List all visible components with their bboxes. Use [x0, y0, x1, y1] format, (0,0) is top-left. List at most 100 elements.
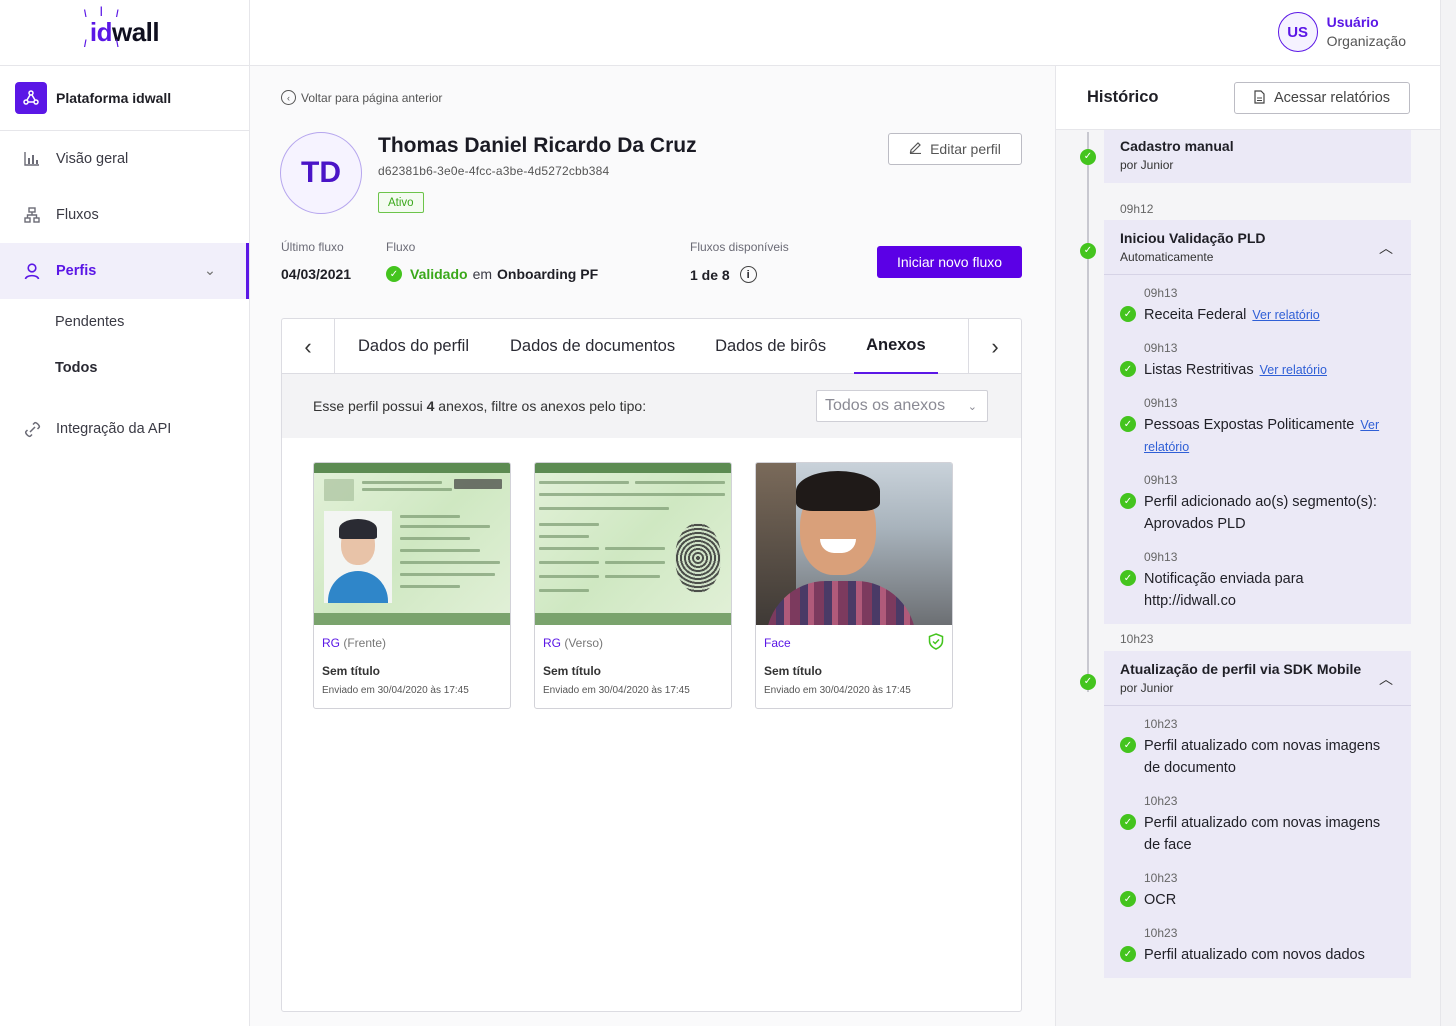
timeline-dot: ✓ [1080, 240, 1096, 259]
check-icon: ✓ [1080, 673, 1096, 690]
chart-icon [22, 152, 42, 166]
flow-status: Validado [410, 266, 468, 282]
nav-label-profiles: Perfis [56, 263, 97, 279]
sub-event-time: 10h23 [1144, 871, 1178, 885]
check-icon: ✓ [1120, 737, 1136, 753]
access-reports-button[interactable]: Acessar relatórios [1234, 82, 1410, 114]
view-report-link[interactable]: Ver relatório [1260, 363, 1327, 377]
attachment-type: Face [764, 636, 791, 650]
access-reports-label: Acessar relatórios [1273, 90, 1391, 106]
nav-item-profiles[interactable]: Perfis ⌄ [0, 243, 249, 299]
sub-event-text: Receita Federal Ver relatório [1144, 304, 1320, 326]
back-label: Voltar para página anterior [301, 90, 443, 105]
attachment-card[interactable]: RG (Frente) Sem título Enviado em 30/04/… [313, 462, 511, 709]
event-time: 10h23 [1120, 632, 1154, 646]
nav-item-overview[interactable]: Visão geral [0, 131, 249, 187]
user-menu[interactable]: US Usuário Organização [1277, 12, 1406, 52]
sub-event-time: 09h13 [1144, 550, 1178, 564]
sub-event-time: 09h13 [1144, 286, 1178, 300]
platform-label: Plataforma idwall [56, 90, 172, 106]
user-name: Usuário [1326, 14, 1379, 30]
sub-event-label: Perfil atualizado com novas imagens de f… [1144, 815, 1381, 853]
tab-attachments[interactable]: Anexos [854, 319, 938, 374]
event-author: Automaticamente [1120, 250, 1214, 264]
api-icon [22, 421, 42, 438]
pencil-icon [909, 141, 922, 157]
sub-event: 09h13 ✓ Listas Restritivas Ver relatório [1120, 340, 1395, 381]
check-icon: ✓ [1120, 946, 1136, 962]
nav-item-api[interactable]: Integração da API [0, 401, 249, 457]
filter-suffix: anexos, filtre os anexos pelo tipo: [438, 398, 647, 414]
filter-bar: Esse perfil possui 4 anexos, filtre os a… [282, 374, 1021, 438]
history-event: Atualização de perfil via SDK Mobile por… [1104, 651, 1411, 978]
history-header: Histórico Acessar relatórios [1056, 66, 1440, 130]
available-flows-value: 1 de 8 i [690, 266, 757, 283]
platform-icon [15, 82, 47, 114]
timeline-dot: ✓ [1080, 146, 1096, 165]
logo-suffix: wall [111, 17, 160, 47]
check-icon: ✓ [1080, 148, 1096, 165]
sub-event-label: Listas Restritivas [1144, 362, 1254, 378]
history-event: Iniciou Validação PLD Automaticamente ︿ … [1104, 220, 1411, 624]
start-flow-button[interactable]: Iniciar novo fluxo [877, 246, 1022, 278]
chevron-down-icon[interactable]: ⌄ [204, 263, 216, 279]
edit-profile-button[interactable]: Editar perfil [888, 133, 1022, 165]
event-title: Atualização de perfil via SDK Mobile [1120, 661, 1362, 677]
back-icon: ‹ [281, 90, 296, 105]
tab-bureau-data[interactable]: Dados de birôs [703, 319, 838, 374]
avatar: US [1277, 12, 1318, 52]
check-icon: ✓ [1120, 891, 1136, 907]
tabs-prev-button[interactable]: ‹ [282, 319, 335, 374]
attachment-card[interactable]: RG (Verso) Sem título Enviado em 30/04/2… [534, 462, 732, 709]
history-event: Cadastro manual por Junior [1104, 130, 1411, 183]
attachment-date: Enviado em 30/04/2020 às 17:45 [543, 685, 690, 696]
nav-item-flows[interactable]: Fluxos [0, 187, 249, 243]
attachment-type-select[interactable]: Todos os anexos ⌄ [816, 390, 988, 422]
attachment-card[interactable]: Face Sem título Enviado em 30/04/2020 às… [755, 462, 953, 709]
history-panel: Histórico Acessar relatórios ✓ Cadastro … [1055, 66, 1440, 1026]
history-title: Histórico [1087, 88, 1159, 106]
logo-prefix: id [89, 17, 113, 47]
profile-id: d62381b6-3e0e-4fcc-a3be-4d5272cbb384 [378, 164, 610, 178]
event-time: 09h12 [1120, 202, 1154, 216]
sub-event: 10h23 ✓ Perfil atualizado com novos dados [1120, 925, 1395, 966]
sub-event: 09h13 ✓ Receita Federal Ver relatório [1120, 285, 1395, 326]
tab-bar: ‹ Dados do perfil Dados de documentos Da… [282, 319, 1021, 374]
filter-prefix: Esse perfil possui [313, 398, 423, 414]
chevron-up-icon[interactable]: ︿ [1379, 238, 1393, 258]
view-report-link[interactable]: Ver relatório [1252, 308, 1319, 322]
sub-event: 09h13 ✓ Pessoas Expostas Politicamente Ver… [1120, 395, 1395, 458]
event-title: Iniciou Validação PLD [1120, 230, 1266, 246]
check-icon: ✓ [1120, 361, 1136, 377]
attachment-subtype: (Verso) [564, 636, 604, 650]
check-icon: ✓ [1120, 814, 1136, 830]
event-details: 09h13 ✓ Receita Federal Ver relatório 09h1… [1104, 274, 1411, 624]
tabs-next-button[interactable]: › [968, 319, 1021, 374]
tab-document-data[interactable]: Dados de documentos [498, 319, 687, 374]
back-link[interactable]: ‹ Voltar para página anterior [281, 90, 442, 105]
rg-back-image [535, 463, 731, 625]
subnav-item-pending[interactable]: Pendentes [0, 299, 249, 345]
check-icon: ✓ [1120, 306, 1136, 322]
sub-event-text: Listas Restritivas Ver relatório [1144, 359, 1327, 381]
event-author: por Junior [1120, 158, 1174, 172]
flow-in: em [472, 266, 493, 282]
check-icon: ✓ [1120, 570, 1136, 586]
tab-profile-data[interactable]: Dados do perfil [346, 319, 481, 374]
logo[interactable]: \ | / / \ idwall [0, 0, 249, 66]
flow-name: Onboarding PF [497, 266, 599, 282]
page-scrollbar[interactable] [1440, 0, 1456, 1026]
sub-event: 09h13 ✓ Perfil adicionado ao(s) segmento(… [1120, 472, 1395, 535]
info-icon[interactable]: i [739, 266, 757, 283]
sub-event: 10h23 ✓ Perfil atualizado com novas image… [1120, 716, 1395, 779]
sub-event-time: 10h23 [1144, 794, 1178, 808]
profile-avatar: TD [280, 132, 362, 214]
subnav-item-all[interactable]: Todos [0, 345, 249, 391]
sub-event-label: Perfil atualizado com novos dados [1144, 947, 1365, 963]
sub-event-time: 09h13 [1144, 473, 1178, 487]
platform-switcher[interactable]: Plataforma idwall [0, 66, 249, 131]
main-content: ‹ Voltar para página anterior TD Thomas … [250, 66, 1055, 1026]
sub-event-label: Pessoas Expostas Politicamente [1144, 417, 1355, 433]
attachment-subtype: (Frente) [343, 636, 387, 650]
chevron-up-icon[interactable]: ︿ [1379, 669, 1393, 689]
